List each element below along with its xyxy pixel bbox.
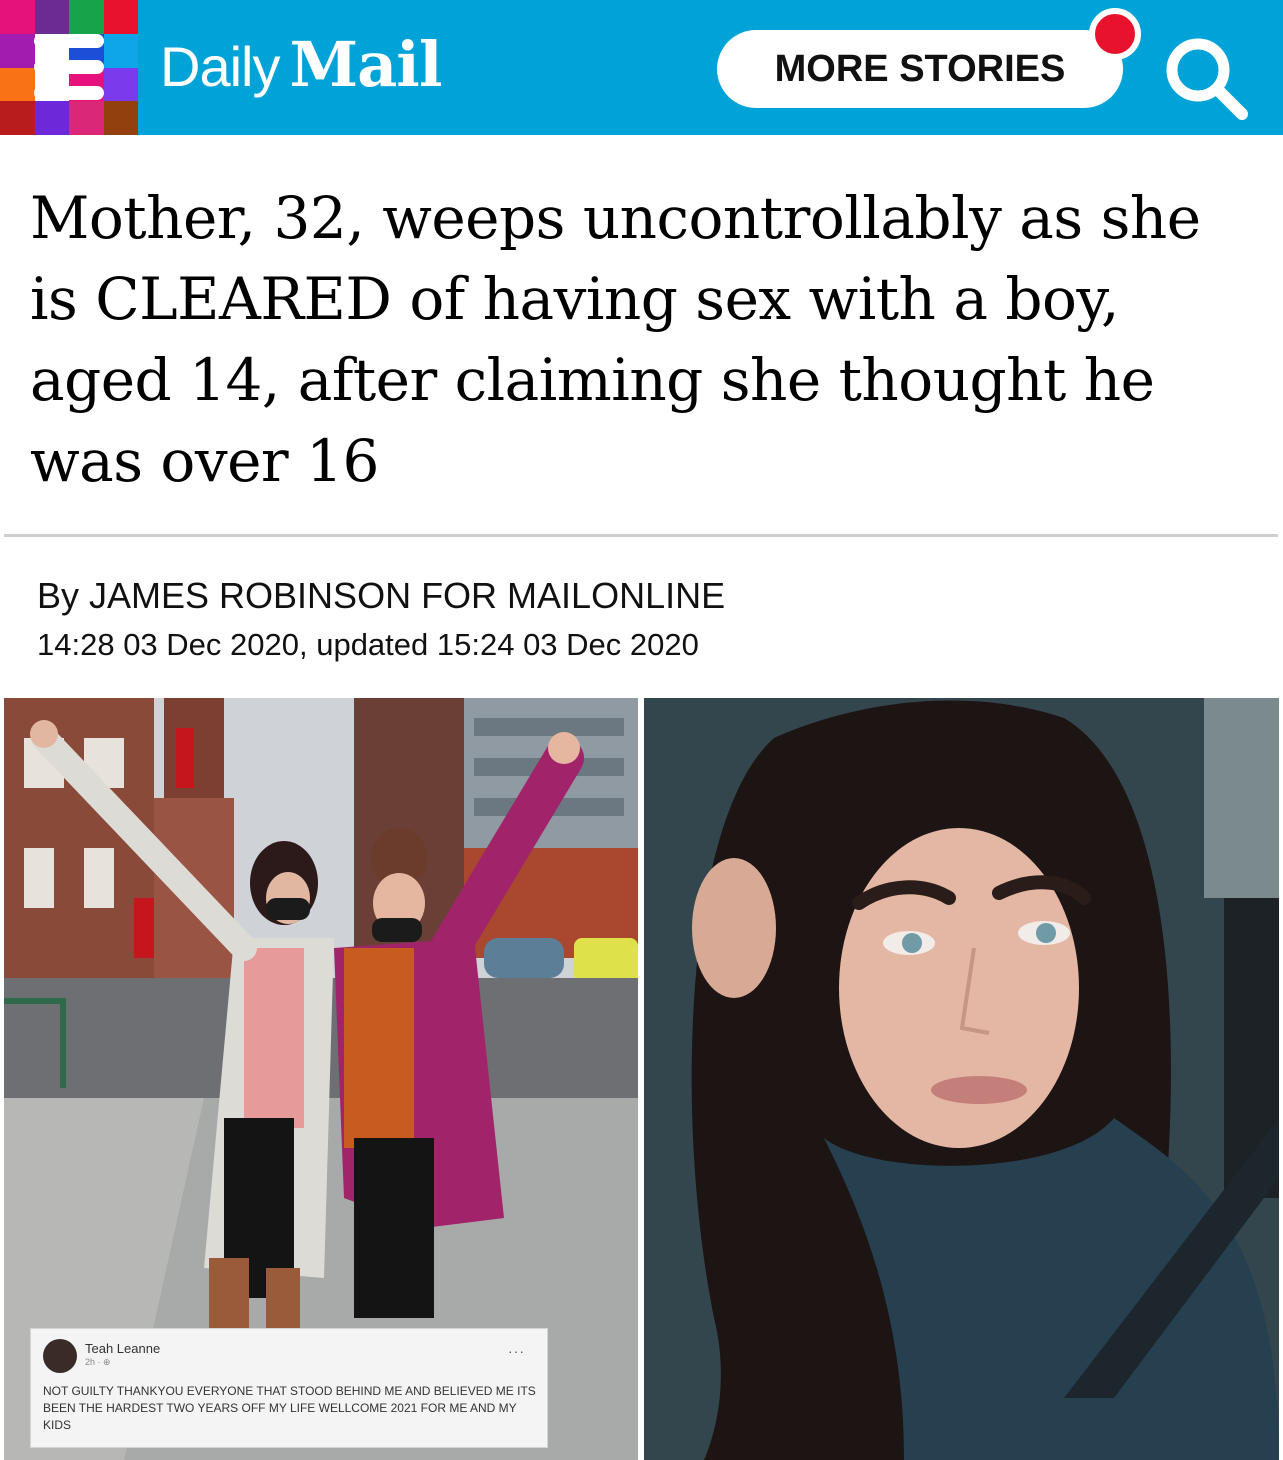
- facebook-post-author: Teah Leanne: [85, 1341, 161, 1356]
- notification-dot-icon: [1089, 8, 1141, 60]
- article-headline: Mother, 32, weeps uncontrollably as she …: [30, 184, 1201, 495]
- mosaic-tile: [103, 67, 138, 102]
- hamburger-menu-icon[interactable]: [34, 34, 104, 100]
- mosaic-tile: [0, 67, 35, 102]
- more-stories-button[interactable]: MORE STORIES: [717, 30, 1123, 108]
- mosaic-tile: [0, 0, 35, 34]
- mosaic-tile: [103, 33, 138, 68]
- mosaic-tile: [0, 101, 35, 135]
- mosaic-tile: [34, 0, 69, 34]
- photo-woman-selfie[interactable]: [644, 698, 1279, 1460]
- facebook-post-text: NOT GUILTY THANKYOU EVERYONE THAT STOOD …: [43, 1384, 536, 1432]
- mosaic-tile: [103, 0, 138, 34]
- avatar: [43, 1339, 77, 1373]
- mosaic-tile: [34, 101, 69, 135]
- mosaic-tile: [0, 33, 35, 68]
- article-byline: By JAMES ROBINSON FOR MAILONLINE: [37, 575, 726, 616]
- more-options-icon: ···: [508, 1343, 525, 1359]
- headline-divider: [4, 534, 1278, 537]
- mosaic-tile: [103, 101, 138, 135]
- selfie-illustration: [644, 698, 1279, 1460]
- daily-mail-logo[interactable]: Daily Mail: [160, 28, 442, 108]
- mosaic-tile: [69, 101, 104, 135]
- logo-mail-text: Mail: [289, 28, 442, 101]
- mosaic-tile: [69, 0, 104, 34]
- facebook-post-card: Teah Leanne 2h · ⊕ ··· NOT GUILTY THANKY…: [30, 1328, 548, 1448]
- logo-daily-text: Daily: [160, 35, 280, 98]
- facebook-post-time: 2h · ⊕: [85, 1357, 111, 1367]
- site-header: Daily Mail MORE STORIES: [0, 0, 1283, 135]
- article-dateline: 14:28 03 Dec 2020, updated 15:24 03 Dec …: [37, 627, 699, 662]
- search-icon[interactable]: [1160, 32, 1252, 124]
- photo-two-women-celebrating[interactable]: Teah Leanne 2h · ⊕ ··· NOT GUILTY THANKY…: [4, 698, 638, 1460]
